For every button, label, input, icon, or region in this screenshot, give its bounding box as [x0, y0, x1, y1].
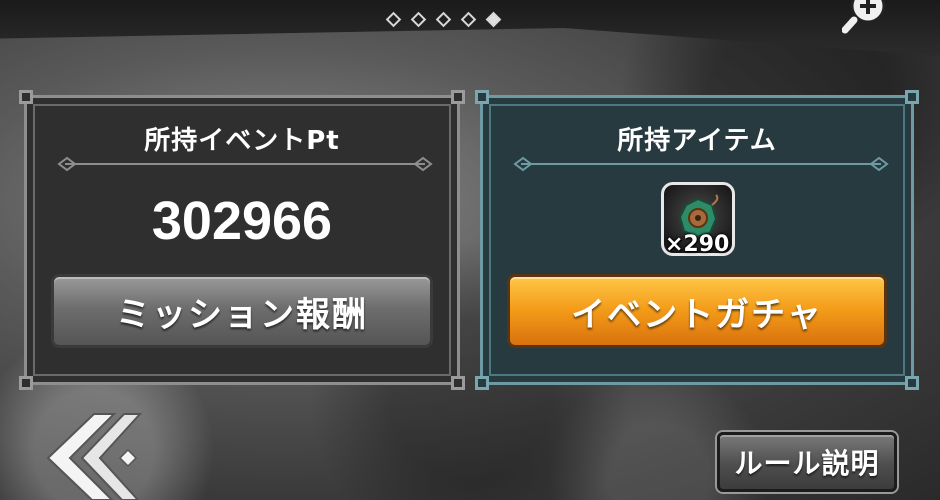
panel-corner	[475, 376, 489, 390]
ornament-divider	[57, 156, 433, 172]
rules-button[interactable]: ルール説明	[717, 432, 897, 492]
event-gacha-button[interactable]: イベントガチャ	[507, 274, 887, 348]
page-dot[interactable]	[460, 11, 477, 28]
page-dot[interactable]	[410, 11, 427, 28]
panel-corner	[451, 376, 465, 390]
zoom-icon[interactable]	[842, 0, 890, 36]
panel-corner	[905, 90, 919, 104]
page-dot[interactable]	[385, 11, 402, 28]
panel-corner	[19, 376, 33, 390]
page-dot[interactable]	[435, 11, 452, 28]
panel-corner	[19, 90, 33, 104]
mission-reward-button[interactable]: ミッション報酬	[51, 274, 433, 348]
ornament-divider	[513, 156, 889, 172]
owned-items-panel: 所持アイテム ×290 イベントガチャ	[475, 90, 919, 390]
event-points-panel: 所持イベントPt 302966 ミッション報酬	[19, 90, 465, 390]
panel-corner	[475, 90, 489, 104]
page-indicator	[385, 11, 502, 28]
panel-corner	[905, 376, 919, 390]
owned-items-title: 所持アイテム	[617, 126, 777, 156]
event-points-value: 302966	[151, 191, 333, 251]
page-dot-active[interactable]	[485, 11, 502, 28]
event-points-title: 所持イベントPt	[144, 126, 340, 156]
panel-corner	[451, 90, 465, 104]
back-chevron-icon[interactable]	[40, 410, 150, 500]
item-count: ×290	[665, 232, 730, 257]
